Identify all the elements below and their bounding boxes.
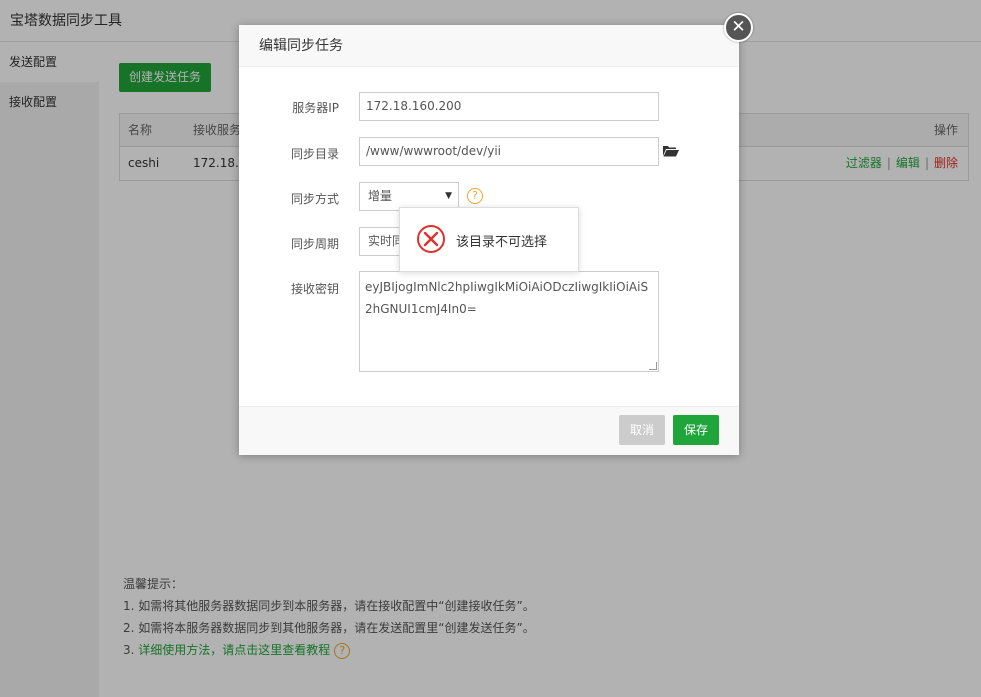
toast-message: 该目录不可选择 xyxy=(456,235,548,250)
recv-key-value: eyJBIjogImNlc2hpIiwgIkMiOiAiODczIiwgIkIi… xyxy=(365,280,649,316)
sync-period-label: 同步周期 xyxy=(290,237,339,251)
caret-down-icon: ▼ xyxy=(445,191,452,201)
resize-grip-icon[interactable] xyxy=(649,362,657,370)
sync-mode-value: 增量 xyxy=(368,189,393,203)
sync-dir-input[interactable]: /www/wwwroot/dev/yii xyxy=(359,137,659,166)
server-ip-input[interactable]: 172.18.160.200 xyxy=(359,92,659,121)
cancel-button[interactable]: 取消 xyxy=(619,415,665,445)
server-ip-label: 服务器IP xyxy=(292,101,339,115)
dialog-title: 编辑同步任务 xyxy=(239,25,739,67)
error-toast: 该目录不可选择 xyxy=(399,207,579,272)
sync-mode-label: 同步方式 xyxy=(290,192,339,206)
recv-key-textarea[interactable]: eyJBIjogImNlc2hpIiwgIkMiOiAiODczIiwgIkIi… xyxy=(359,271,659,372)
close-icon[interactable]: ✕ xyxy=(724,13,753,42)
dialog-footer: 取消 保存 xyxy=(239,406,739,455)
help-icon[interactable]: ? xyxy=(467,188,483,204)
save-button[interactable]: 保存 xyxy=(673,415,719,445)
recv-key-label: 接收密钥 xyxy=(290,282,339,296)
error-circle-icon xyxy=(417,225,445,253)
sync-dir-label: 同步目录 xyxy=(290,147,339,161)
folder-open-icon[interactable] xyxy=(663,145,679,157)
